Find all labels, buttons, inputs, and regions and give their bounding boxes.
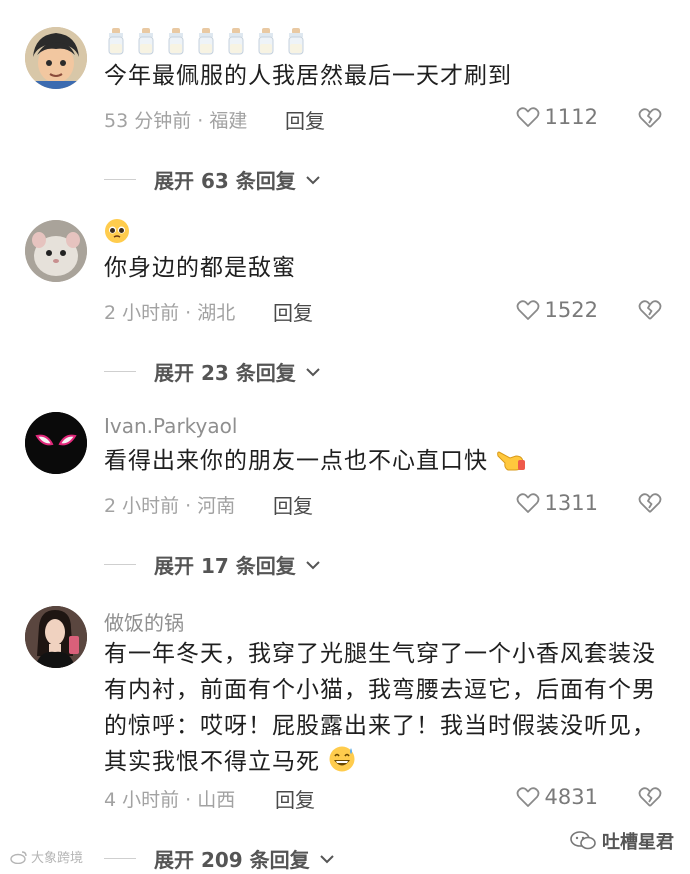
divider-line	[104, 564, 136, 565]
comment-text-content: 看得出来你的朋友一点也不心直口快	[104, 448, 488, 474]
comment-meta: 4 小时前 · 山西	[104, 789, 236, 811]
expand-replies-button[interactable]: 展开 209 条回复	[104, 844, 334, 873]
chevron-down-icon	[306, 560, 320, 569]
avatar[interactable]	[25, 412, 87, 474]
watermark-right-text: 吐槽星君	[602, 832, 674, 853]
avatar[interactable]	[25, 220, 87, 282]
comment-meta: 2 小时前 · 湖北	[104, 302, 236, 324]
username[interactable]: Ivan.Parkyaol	[104, 414, 237, 438]
like-button[interactable]: 1311	[516, 491, 598, 515]
avatar[interactable]	[25, 27, 87, 89]
pleading-face-icon	[104, 218, 130, 248]
selfie-woman-avatar-icon	[25, 606, 87, 668]
baby-bottle-emoji-row	[104, 27, 316, 55]
cartoon-boy-avatar-icon	[25, 27, 87, 89]
reply-button[interactable]: 回复	[273, 297, 313, 326]
wechat-logo-icon	[570, 831, 596, 850]
reply-button[interactable]: 回复	[273, 490, 313, 519]
like-count: 4831	[544, 785, 598, 809]
expand-replies-button[interactable]: 展开 23 条回复	[104, 357, 320, 386]
divider-line	[104, 371, 136, 372]
broken-heart-icon	[638, 300, 662, 320]
comment-3: Ivan.Parkyaol 看得出来你的朋友一点也不心直口快 2 小时前 · 河…	[0, 395, 690, 590]
comment-2: 你身边的都是敌蜜 2 小时前 · 湖北 回复 1522 展开 23 条回复	[0, 200, 690, 395]
chevron-down-icon	[306, 367, 320, 376]
heart-outline-icon	[516, 493, 539, 513]
expand-replies-button[interactable]: 展开 63 条回复	[104, 165, 320, 194]
sweat-smile-icon	[328, 745, 356, 784]
avatar[interactable]	[25, 606, 87, 668]
like-button[interactable]: 1522	[516, 298, 598, 322]
reply-button[interactable]: 回复	[285, 105, 325, 134]
comment-text: 你身边的都是敌蜜	[104, 255, 296, 281]
reply-button[interactable]: 回复	[275, 784, 315, 813]
weibo-logo-icon	[10, 850, 27, 864]
divider-line	[104, 858, 136, 859]
heart-outline-icon	[516, 300, 539, 320]
watermark-left: 大象跨境	[10, 847, 83, 866]
spider-mask-avatar-icon	[25, 412, 87, 474]
comment-1: 今年最佩服的人我居然最后一天才刷到 53 分钟前 · 福建 回复 1112 展开…	[0, 0, 690, 200]
chevron-down-icon	[319, 854, 334, 863]
username[interactable]: 做饭的锅	[104, 607, 184, 636]
like-count: 1311	[544, 491, 598, 515]
comment-text: 有一年冬天，我穿了光腿生气穿了一个小香风套装没有内衬，前面有个小猫，我弯腰去逗它…	[104, 636, 664, 784]
broken-heart-icon	[638, 787, 662, 807]
comment-meta: 53 分钟前 · 福建	[104, 110, 248, 132]
watermark-left-text: 大象跨境	[31, 851, 84, 866]
dislike-button[interactable]	[638, 299, 662, 325]
heart-outline-icon	[516, 787, 539, 807]
dislike-button[interactable]	[638, 786, 662, 812]
expand-replies-button[interactable]: 展开 17 条回复	[104, 550, 320, 579]
comment-text: 今年最佩服的人我居然最后一天才刷到	[104, 63, 512, 89]
like-count: 1522	[544, 298, 598, 322]
comment-text-content: 有一年冬天，我穿了光腿生气穿了一个小香风套装没有内衬，前面有个小猫，我弯腰去逗它…	[104, 641, 656, 775]
divider-line	[104, 179, 136, 180]
watermark-right: 吐槽星君	[570, 828, 674, 854]
expand-label: 展开 63 条回复	[154, 169, 296, 193]
heart-outline-icon	[516, 107, 539, 127]
dislike-button[interactable]	[638, 107, 662, 133]
broken-heart-icon	[638, 493, 662, 513]
dislike-button[interactable]	[638, 492, 662, 518]
comment-text: 看得出来你的朋友一点也不心直口快	[104, 443, 664, 483]
like-button[interactable]: 1112	[516, 105, 598, 129]
baby-bottle-icon	[108, 27, 304, 55]
expand-label: 展开 23 条回复	[154, 361, 296, 385]
hamster-avatar-icon	[25, 220, 87, 282]
comment-meta: 2 小时前 · 河南	[104, 495, 236, 517]
broken-heart-icon	[638, 108, 662, 128]
expand-label: 展开 17 条回复	[154, 554, 296, 578]
expand-label: 展开 209 条回复	[154, 848, 310, 872]
like-count: 1112	[544, 105, 598, 129]
like-button[interactable]: 4831	[516, 785, 598, 809]
pointing-hand-icon	[496, 446, 526, 483]
chevron-down-icon	[306, 175, 320, 184]
